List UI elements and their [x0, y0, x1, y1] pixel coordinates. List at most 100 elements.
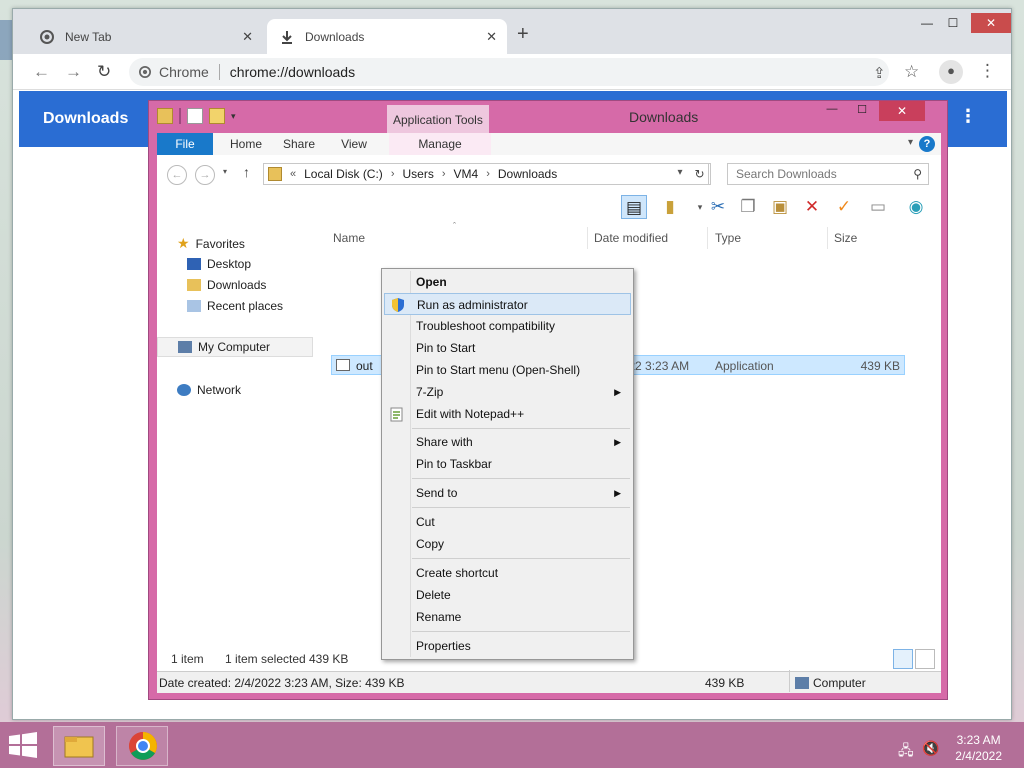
- breadcrumb-chevron-icon[interactable]: ›: [391, 168, 395, 180]
- qat-dropdown-icon[interactable]: ▾: [231, 108, 239, 124]
- up-button[interactable]: ↑: [243, 164, 250, 180]
- ribbon-expand-icon[interactable]: ▾: [908, 137, 913, 148]
- menu-item-troubleshoot-compatibility[interactable]: Troubleshoot compatibility: [384, 315, 631, 337]
- nav-downloads[interactable]: Downloads: [187, 278, 266, 292]
- menu-item-7zip[interactable]: 7-Zip ▶: [384, 381, 631, 403]
- taskbar-file-explorer-icon[interactable]: [53, 726, 105, 766]
- network-tray-icon[interactable]: 🖧: [898, 740, 914, 764]
- omnibox-url[interactable]: chrome://downloads: [230, 64, 355, 80]
- volume-muted-icon[interactable]: 🔇: [922, 740, 939, 757]
- delete-icon[interactable]: ✕: [799, 195, 825, 219]
- menu-item-pin-to-start[interactable]: Pin to Start: [384, 337, 631, 359]
- menu-item-pin-to-taskbar[interactable]: Pin to Taskbar: [384, 453, 631, 475]
- tab-file[interactable]: File: [157, 133, 213, 155]
- breadcrumb-vm4[interactable]: VM4: [454, 167, 479, 181]
- profile-avatar-icon[interactable]: ●: [939, 60, 963, 84]
- windows-start-button[interactable]: [8, 732, 38, 761]
- column-header-name[interactable]: Name: [333, 231, 365, 245]
- recent-locations-icon[interactable]: ▾: [223, 167, 227, 176]
- tab-home[interactable]: Home: [219, 133, 273, 155]
- search-icon: ⚲: [913, 167, 922, 181]
- tab-share[interactable]: Share: [275, 133, 323, 155]
- folder-options-icon[interactable]: ▮: [657, 195, 683, 219]
- nav-favorites[interactable]: ★ Favorites: [177, 235, 245, 252]
- large-icons-view-button[interactable]: [915, 649, 935, 669]
- menu-item-cut[interactable]: Cut: [384, 511, 631, 533]
- new-folder-icon[interactable]: [209, 108, 225, 124]
- nav-desktop[interactable]: Desktop: [187, 257, 251, 271]
- tab-view[interactable]: View: [329, 133, 379, 155]
- breadcrumb-downloads[interactable]: Downloads: [498, 167, 557, 181]
- menu-item-copy[interactable]: Copy: [384, 533, 631, 555]
- copy-icon[interactable]: ❐: [735, 195, 761, 219]
- nav-network-label: Network: [197, 383, 242, 397]
- reload-button[interactable]: ↻: [97, 62, 111, 82]
- close-button[interactable]: ✕: [971, 13, 1011, 33]
- system-clock[interactable]: 3:23 AM 2/4/2022: [955, 732, 1002, 764]
- bookmark-star-icon[interactable]: ☆: [904, 62, 919, 82]
- tab-new-tab[interactable]: New Tab ✕: [27, 19, 263, 54]
- downloads-more-icon[interactable]: ⋮: [959, 106, 977, 127]
- properties-icon[interactable]: [187, 108, 203, 124]
- maximize-button[interactable]: ☐: [939, 13, 967, 33]
- paste-icon[interactable]: ▣: [767, 195, 793, 219]
- explorer-forward-button[interactable]: →: [195, 165, 215, 185]
- menu-item-run-as-administrator[interactable]: Run as administrator: [384, 293, 631, 315]
- breadcrumb-overflow[interactable]: «: [290, 168, 296, 180]
- tab-new-tab-close-icon[interactable]: ✕: [242, 29, 253, 45]
- breadcrumb-chevron-icon[interactable]: ›: [442, 168, 446, 180]
- menu-item-send-to[interactable]: Send to ▶: [384, 482, 631, 504]
- column-divider[interactable]: [587, 227, 588, 249]
- tab-manage[interactable]: Manage: [389, 133, 491, 155]
- omnibox[interactable]: Chrome chrome://downloads: [129, 58, 889, 86]
- menu-item-pin-to-start-menu[interactable]: Pin to Start menu (Open-Shell): [384, 359, 631, 381]
- nav-my-computer[interactable]: My Computer: [157, 337, 313, 357]
- back-button[interactable]: ←: [33, 62, 50, 82]
- new-tab-button[interactable]: +: [517, 23, 529, 46]
- menu-item-properties[interactable]: Properties: [384, 635, 631, 657]
- details-info: Date created: 2/4/2022 3:23 AM, Size: 43…: [159, 676, 405, 690]
- column-divider[interactable]: [827, 227, 828, 249]
- menu-item-open[interactable]: Open: [384, 271, 631, 293]
- address-breadcrumb[interactable]: « Local Disk (C:) › Users › VM4 › Downlo…: [263, 163, 709, 185]
- column-header-size[interactable]: Size: [834, 231, 857, 245]
- chrome-menu-icon[interactable]: ⋮: [979, 61, 996, 81]
- search-input[interactable]: Search Downloads ⚲: [727, 163, 929, 185]
- checkmark-icon[interactable]: ✓: [831, 195, 857, 219]
- site-info-icon[interactable]: [139, 66, 151, 78]
- column-header-date-modified[interactable]: Date modified: [594, 231, 668, 245]
- nav-recent-places[interactable]: Recent places: [187, 299, 283, 313]
- help-icon[interactable]: ?: [919, 136, 935, 152]
- explorer-back-button[interactable]: ←: [167, 165, 187, 185]
- column-header-type[interactable]: Type: [715, 231, 741, 245]
- forward-button[interactable]: →: [65, 62, 82, 82]
- nav-network[interactable]: Network: [177, 383, 241, 397]
- menu-item-edit-with-notepad[interactable]: Edit with Notepad++: [384, 403, 631, 425]
- menu-item-delete[interactable]: Delete: [384, 584, 631, 606]
- tab-downloads-close-icon[interactable]: ✕: [486, 29, 497, 45]
- address-dropdown-icon[interactable]: ▾: [671, 163, 689, 185]
- details-view-button[interactable]: [893, 649, 913, 669]
- taskbar-chrome-icon[interactable]: [116, 726, 168, 766]
- shell-icon[interactable]: ◉: [903, 195, 929, 219]
- minimize-button[interactable]: —: [913, 13, 941, 33]
- explorer-minimize-button[interactable]: —: [819, 103, 845, 121]
- download-icon: [279, 29, 295, 45]
- breadcrumb-local-disk[interactable]: Local Disk (C:): [304, 167, 383, 181]
- share-icon[interactable]: ⇪: [873, 64, 886, 82]
- menu-item-send-to-label: Send to: [416, 486, 458, 500]
- menu-item-create-shortcut[interactable]: Create shortcut: [384, 562, 631, 584]
- refresh-button[interactable]: ↻: [689, 163, 711, 185]
- cut-icon[interactable]: ✂: [705, 195, 731, 219]
- preview-pane-icon[interactable]: ▤: [621, 195, 647, 219]
- tab-downloads[interactable]: Downloads ✕: [267, 19, 507, 54]
- breadcrumb-chevron-icon[interactable]: ›: [486, 168, 490, 180]
- column-divider[interactable]: [707, 227, 708, 249]
- explorer-maximize-button[interactable]: ☐: [849, 103, 875, 121]
- breadcrumb-users[interactable]: Users: [402, 167, 433, 181]
- menu-item-rename[interactable]: Rename: [384, 606, 631, 628]
- explorer-close-button[interactable]: ✕: [879, 101, 925, 121]
- menu-item-share-with[interactable]: Share with ▶: [384, 431, 631, 453]
- folder-icon: [157, 108, 173, 124]
- rename-icon[interactable]: ▭: [865, 195, 891, 219]
